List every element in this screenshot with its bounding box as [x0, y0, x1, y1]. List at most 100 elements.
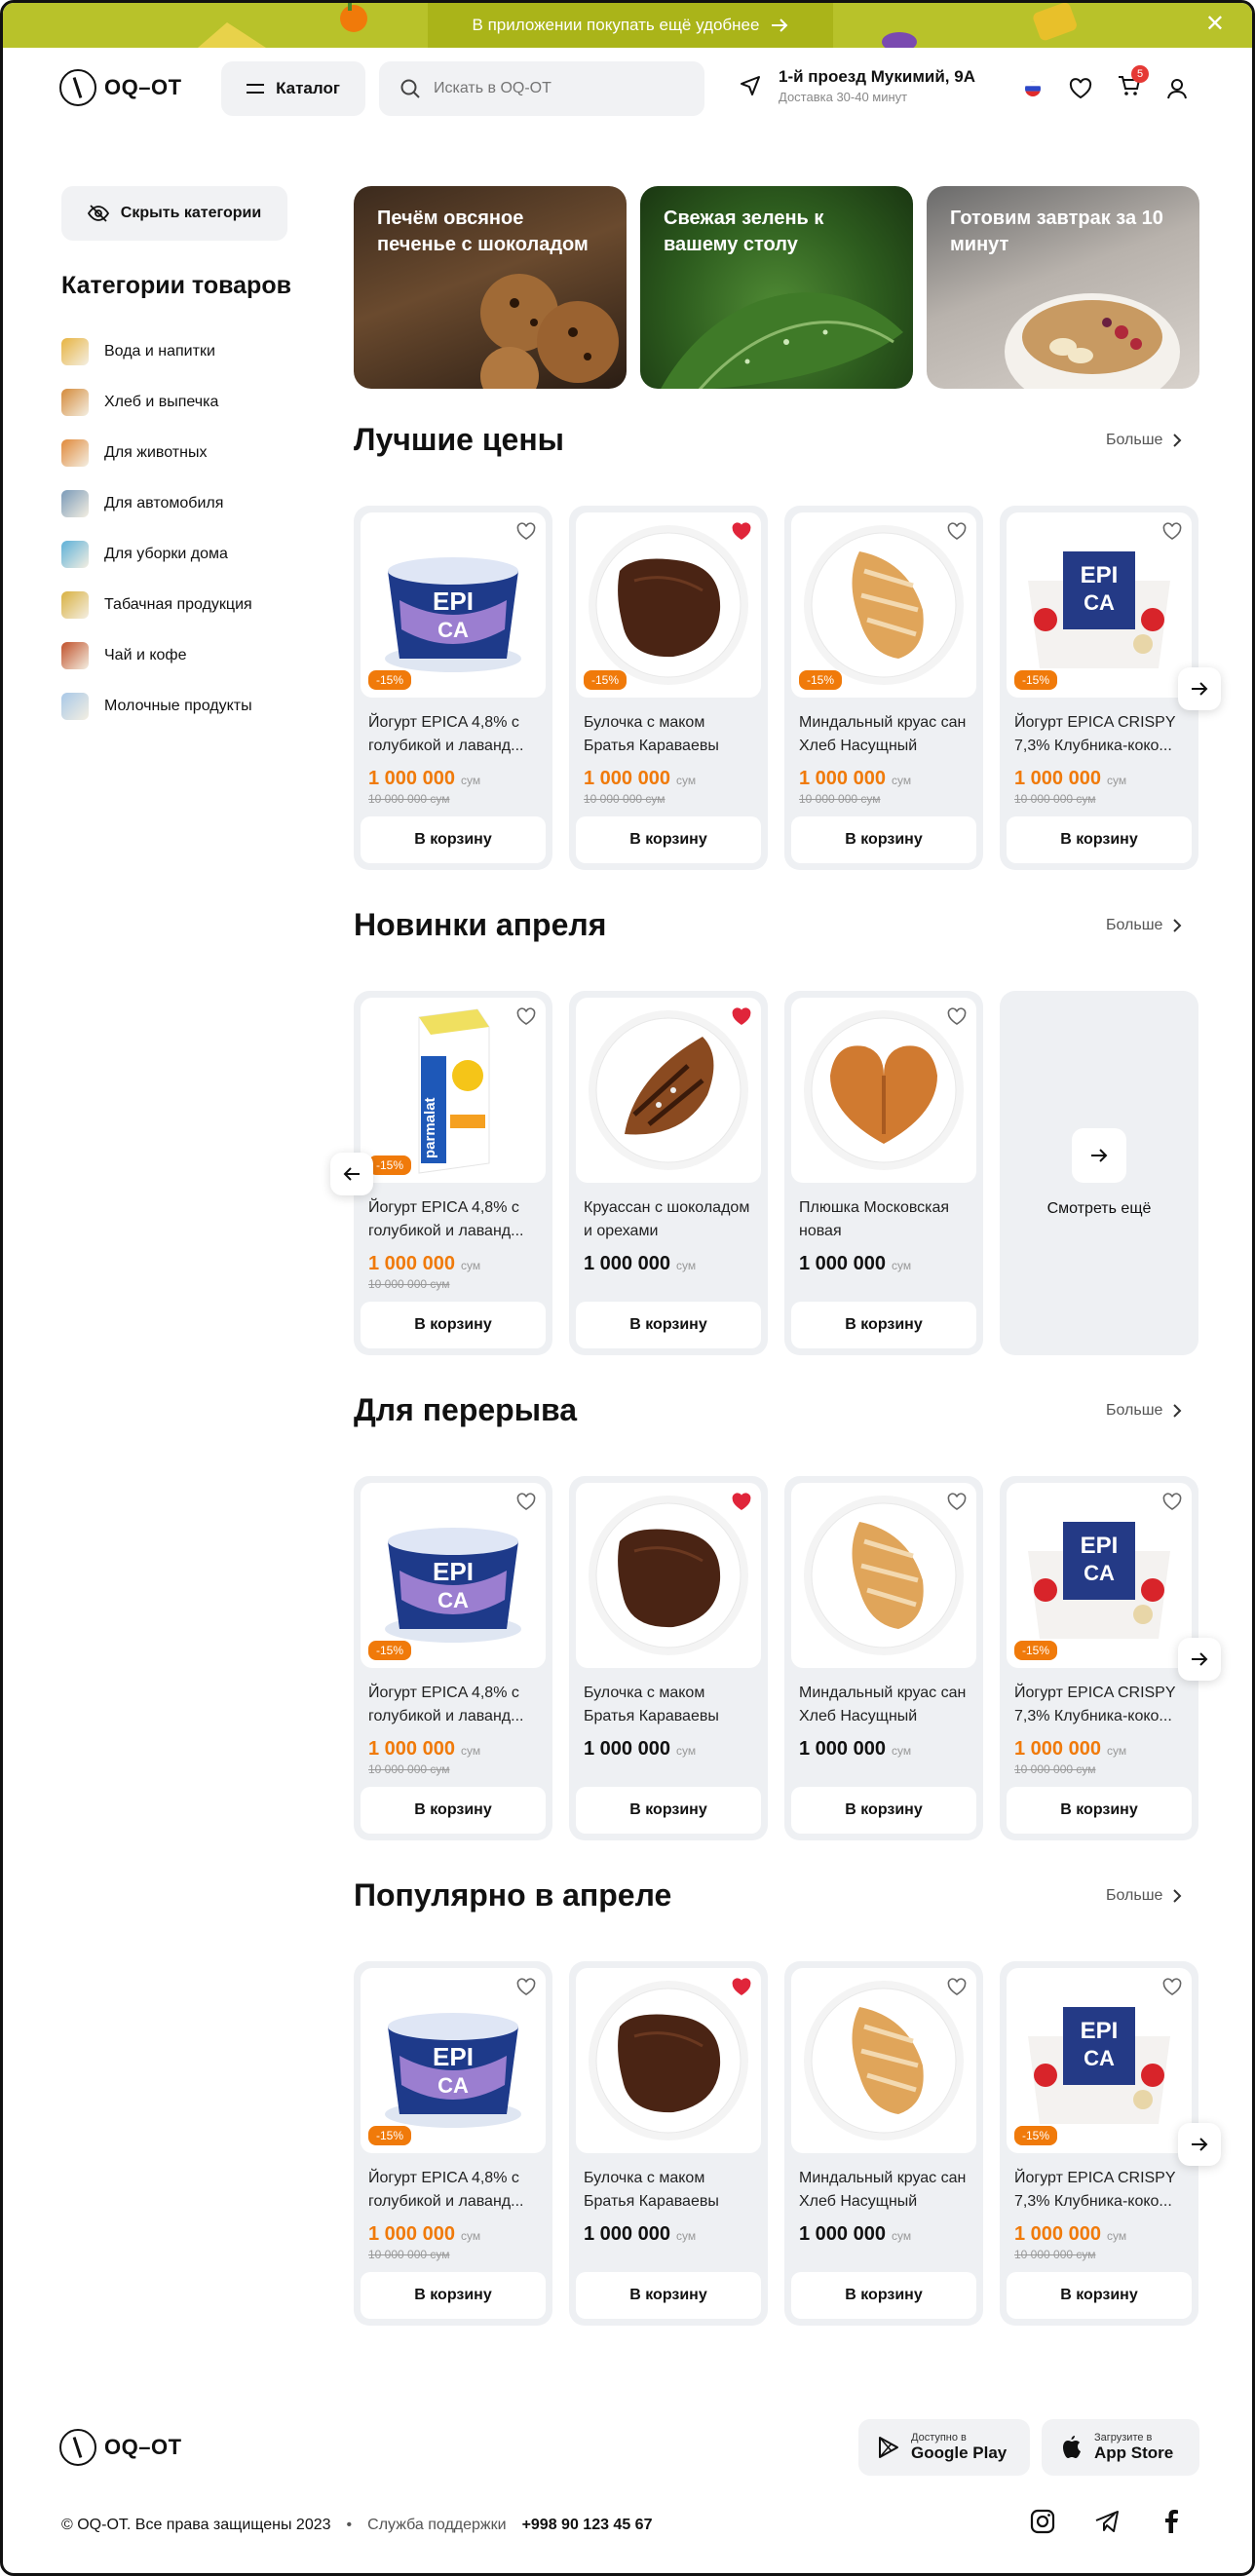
scroll-left-button[interactable] — [330, 1153, 373, 1195]
add-to-cart-button[interactable]: В корзину — [361, 1302, 546, 1348]
telegram-icon[interactable] — [1094, 2509, 1120, 2534]
product-card[interactable]: Миндальный круас сан Хлеб Насущный 1 000 … — [784, 1476, 983, 1840]
product-card[interactable]: Булочка с маком Братья Караваевы 1 000 00… — [569, 1961, 768, 2326]
heart-outline-icon[interactable] — [516, 522, 536, 540]
favorites-heart-icon[interactable] — [1069, 77, 1092, 99]
favorite-toggle[interactable] — [732, 1007, 751, 1030]
favorite-toggle[interactable] — [516, 1493, 536, 1515]
address-selector[interactable]: 1-й проезд Мукимий, 9А Доставка 30-40 ми… — [740, 67, 975, 104]
add-to-cart-button[interactable]: В корзину — [361, 1787, 546, 1834]
add-to-cart-button[interactable]: В корзину — [1007, 816, 1192, 863]
product-card[interactable]: EPI CA -15% Йогурт EPICA CRISPY 7,3% Клубни… — [1000, 506, 1198, 870]
add-to-cart-button[interactable]: В корзину — [576, 2272, 761, 2319]
favorite-toggle[interactable] — [516, 1007, 536, 1030]
more-link[interactable]: Больше — [1106, 917, 1182, 934]
category-item[interactable]: Чай и кофе — [61, 630, 252, 681]
add-to-cart-button[interactable]: В корзину — [576, 1787, 761, 1834]
russian-flag-icon[interactable] — [1022, 80, 1044, 96]
heart-outline-icon[interactable] — [947, 1493, 967, 1510]
heart-filled-icon[interactable] — [732, 1978, 751, 1995]
heart-filled-icon[interactable] — [732, 1007, 751, 1025]
product-card[interactable]: Плюшка Московская новая 1 000 000 сум В кор… — [784, 991, 983, 1355]
product-card[interactable]: EPI CA -15% Йогурт EPICA 4,8% с голубикой и… — [354, 506, 552, 870]
cart-button[interactable]: 5 — [1118, 65, 1149, 101]
scroll-right-button[interactable] — [1178, 1638, 1221, 1681]
product-card[interactable]: -15% Булочка с маком Братья Караваевы 1 00… — [569, 506, 768, 870]
product-card[interactable]: EPI CA -15% Йогурт EPICA CRISPY 7,3% Клубни… — [1000, 1476, 1198, 1840]
support-phone[interactable]: +998 90 123 45 67 — [522, 2517, 653, 2534]
favorite-toggle[interactable] — [732, 1493, 751, 1515]
instagram-icon[interactable] — [1030, 2509, 1055, 2534]
favorite-toggle[interactable] — [947, 1007, 967, 1030]
favorite-toggle[interactable] — [1162, 522, 1182, 545]
promo-bar[interactable]: В приложении покупать ещё удобнее ✕ — [3, 3, 1252, 48]
favorite-toggle[interactable] — [732, 1978, 751, 2000]
add-to-cart-button[interactable]: В корзину — [361, 816, 546, 863]
support-link[interactable]: Служба поддержки — [367, 2517, 506, 2534]
banner-breakfast[interactable]: Готовим завтрак за 10 минут — [927, 186, 1199, 389]
product-card[interactable]: Миндальный круас сан Хлеб Насущный 1 000 … — [784, 1961, 983, 2326]
scroll-right-button[interactable] — [1178, 2123, 1221, 2166]
product-card[interactable]: parmalat -15% Йогурт EPICA 4,8% с голубико… — [354, 991, 552, 1355]
heart-outline-icon[interactable] — [947, 1007, 967, 1025]
product-card[interactable]: EPI CA -15% Йогурт EPICA 4,8% с голубикой и… — [354, 1961, 552, 2326]
footer-logo[interactable]: OQ–OT — [59, 2429, 182, 2466]
add-to-cart-button[interactable]: В корзину — [1007, 2272, 1192, 2319]
category-item[interactable]: Для животных — [61, 428, 252, 478]
favorite-toggle[interactable] — [947, 1978, 967, 2000]
category-item[interactable]: Хлеб и выпечка — [61, 377, 252, 428]
category-item[interactable]: Табачная продукция — [61, 580, 252, 630]
add-to-cart-button[interactable]: В корзину — [791, 1302, 976, 1348]
heart-outline-icon[interactable] — [1162, 522, 1182, 540]
add-to-cart-button[interactable]: В корзину — [791, 1787, 976, 1834]
product-card[interactable]: Булочка с маком Братья Караваевы 1 000 00… — [569, 1476, 768, 1840]
add-to-cart-button[interactable]: В корзину — [1007, 1787, 1192, 1834]
add-to-cart-button[interactable]: В корзину — [576, 1302, 761, 1348]
search-box[interactable] — [379, 61, 704, 116]
product-card[interactable]: Круассан с шоколадом и орехами 1 000 000 с… — [569, 991, 768, 1355]
heart-outline-icon[interactable] — [947, 522, 967, 540]
google-play-button[interactable]: Доступно в Google Play — [858, 2419, 1030, 2476]
category-item[interactable]: Для уборки дома — [61, 529, 252, 580]
close-promo-icon[interactable]: ✕ — [1205, 13, 1225, 36]
profile-icon[interactable] — [1166, 78, 1188, 99]
add-to-cart-button[interactable]: В корзину — [791, 816, 976, 863]
facebook-icon[interactable] — [1159, 2509, 1184, 2534]
favorite-toggle[interactable] — [947, 522, 967, 545]
product-card[interactable]: EPI CA -15% Йогурт EPICA CRISPY 7,3% Клубни… — [1000, 1961, 1198, 2326]
favorite-toggle[interactable] — [1162, 1978, 1182, 2000]
add-to-cart-button[interactable]: В корзину — [791, 2272, 976, 2319]
see-more-card[interactable]: Смотреть ещё — [1000, 991, 1198, 1355]
heart-outline-icon[interactable] — [516, 1493, 536, 1510]
heart-outline-icon[interactable] — [516, 1007, 536, 1025]
category-item[interactable]: Для автомобиля — [61, 478, 252, 529]
banner-cookies[interactable]: Печём овсяное печенье с шоколадом — [354, 186, 627, 389]
search-input[interactable] — [434, 80, 667, 97]
catalog-button[interactable]: Каталог — [221, 61, 365, 116]
more-link[interactable]: Больше — [1106, 432, 1182, 449]
favorite-toggle[interactable] — [1162, 1493, 1182, 1515]
add-to-cart-button[interactable]: В корзину — [361, 2272, 546, 2319]
category-item[interactable]: Молочные продукты — [61, 681, 252, 732]
heart-outline-icon[interactable] — [947, 1978, 967, 1995]
favorite-toggle[interactable] — [516, 522, 536, 545]
favorite-toggle[interactable] — [732, 522, 751, 545]
favorite-toggle[interactable] — [516, 1978, 536, 2000]
more-link[interactable]: Больше — [1106, 1402, 1182, 1420]
heart-filled-icon[interactable] — [732, 1493, 751, 1510]
app-store-button[interactable]: Загрузите в App Store — [1042, 2419, 1199, 2476]
scroll-right-button[interactable] — [1178, 667, 1221, 710]
product-card[interactable]: EPI CA -15% Йогурт EPICA 4,8% с голубикой и… — [354, 1476, 552, 1840]
hide-categories-button[interactable]: Скрыть категории — [61, 186, 287, 241]
logo[interactable]: OQ–OT — [59, 69, 182, 106]
heart-outline-icon[interactable] — [1162, 1493, 1182, 1510]
product-card[interactable]: -15% Миндальный круас сан Хлеб Насущный 1 … — [784, 506, 983, 870]
heart-outline-icon[interactable] — [1162, 1978, 1182, 1995]
more-link[interactable]: Больше — [1106, 1887, 1182, 1905]
favorite-toggle[interactable] — [947, 1493, 967, 1515]
heart-filled-icon[interactable] — [732, 522, 751, 540]
add-to-cart-button[interactable]: В корзину — [576, 816, 761, 863]
category-item[interactable]: Вода и напитки — [61, 326, 252, 377]
heart-outline-icon[interactable] — [516, 1978, 536, 1995]
banner-greens[interactable]: Свежая зелень к вашему столу — [640, 186, 913, 389]
